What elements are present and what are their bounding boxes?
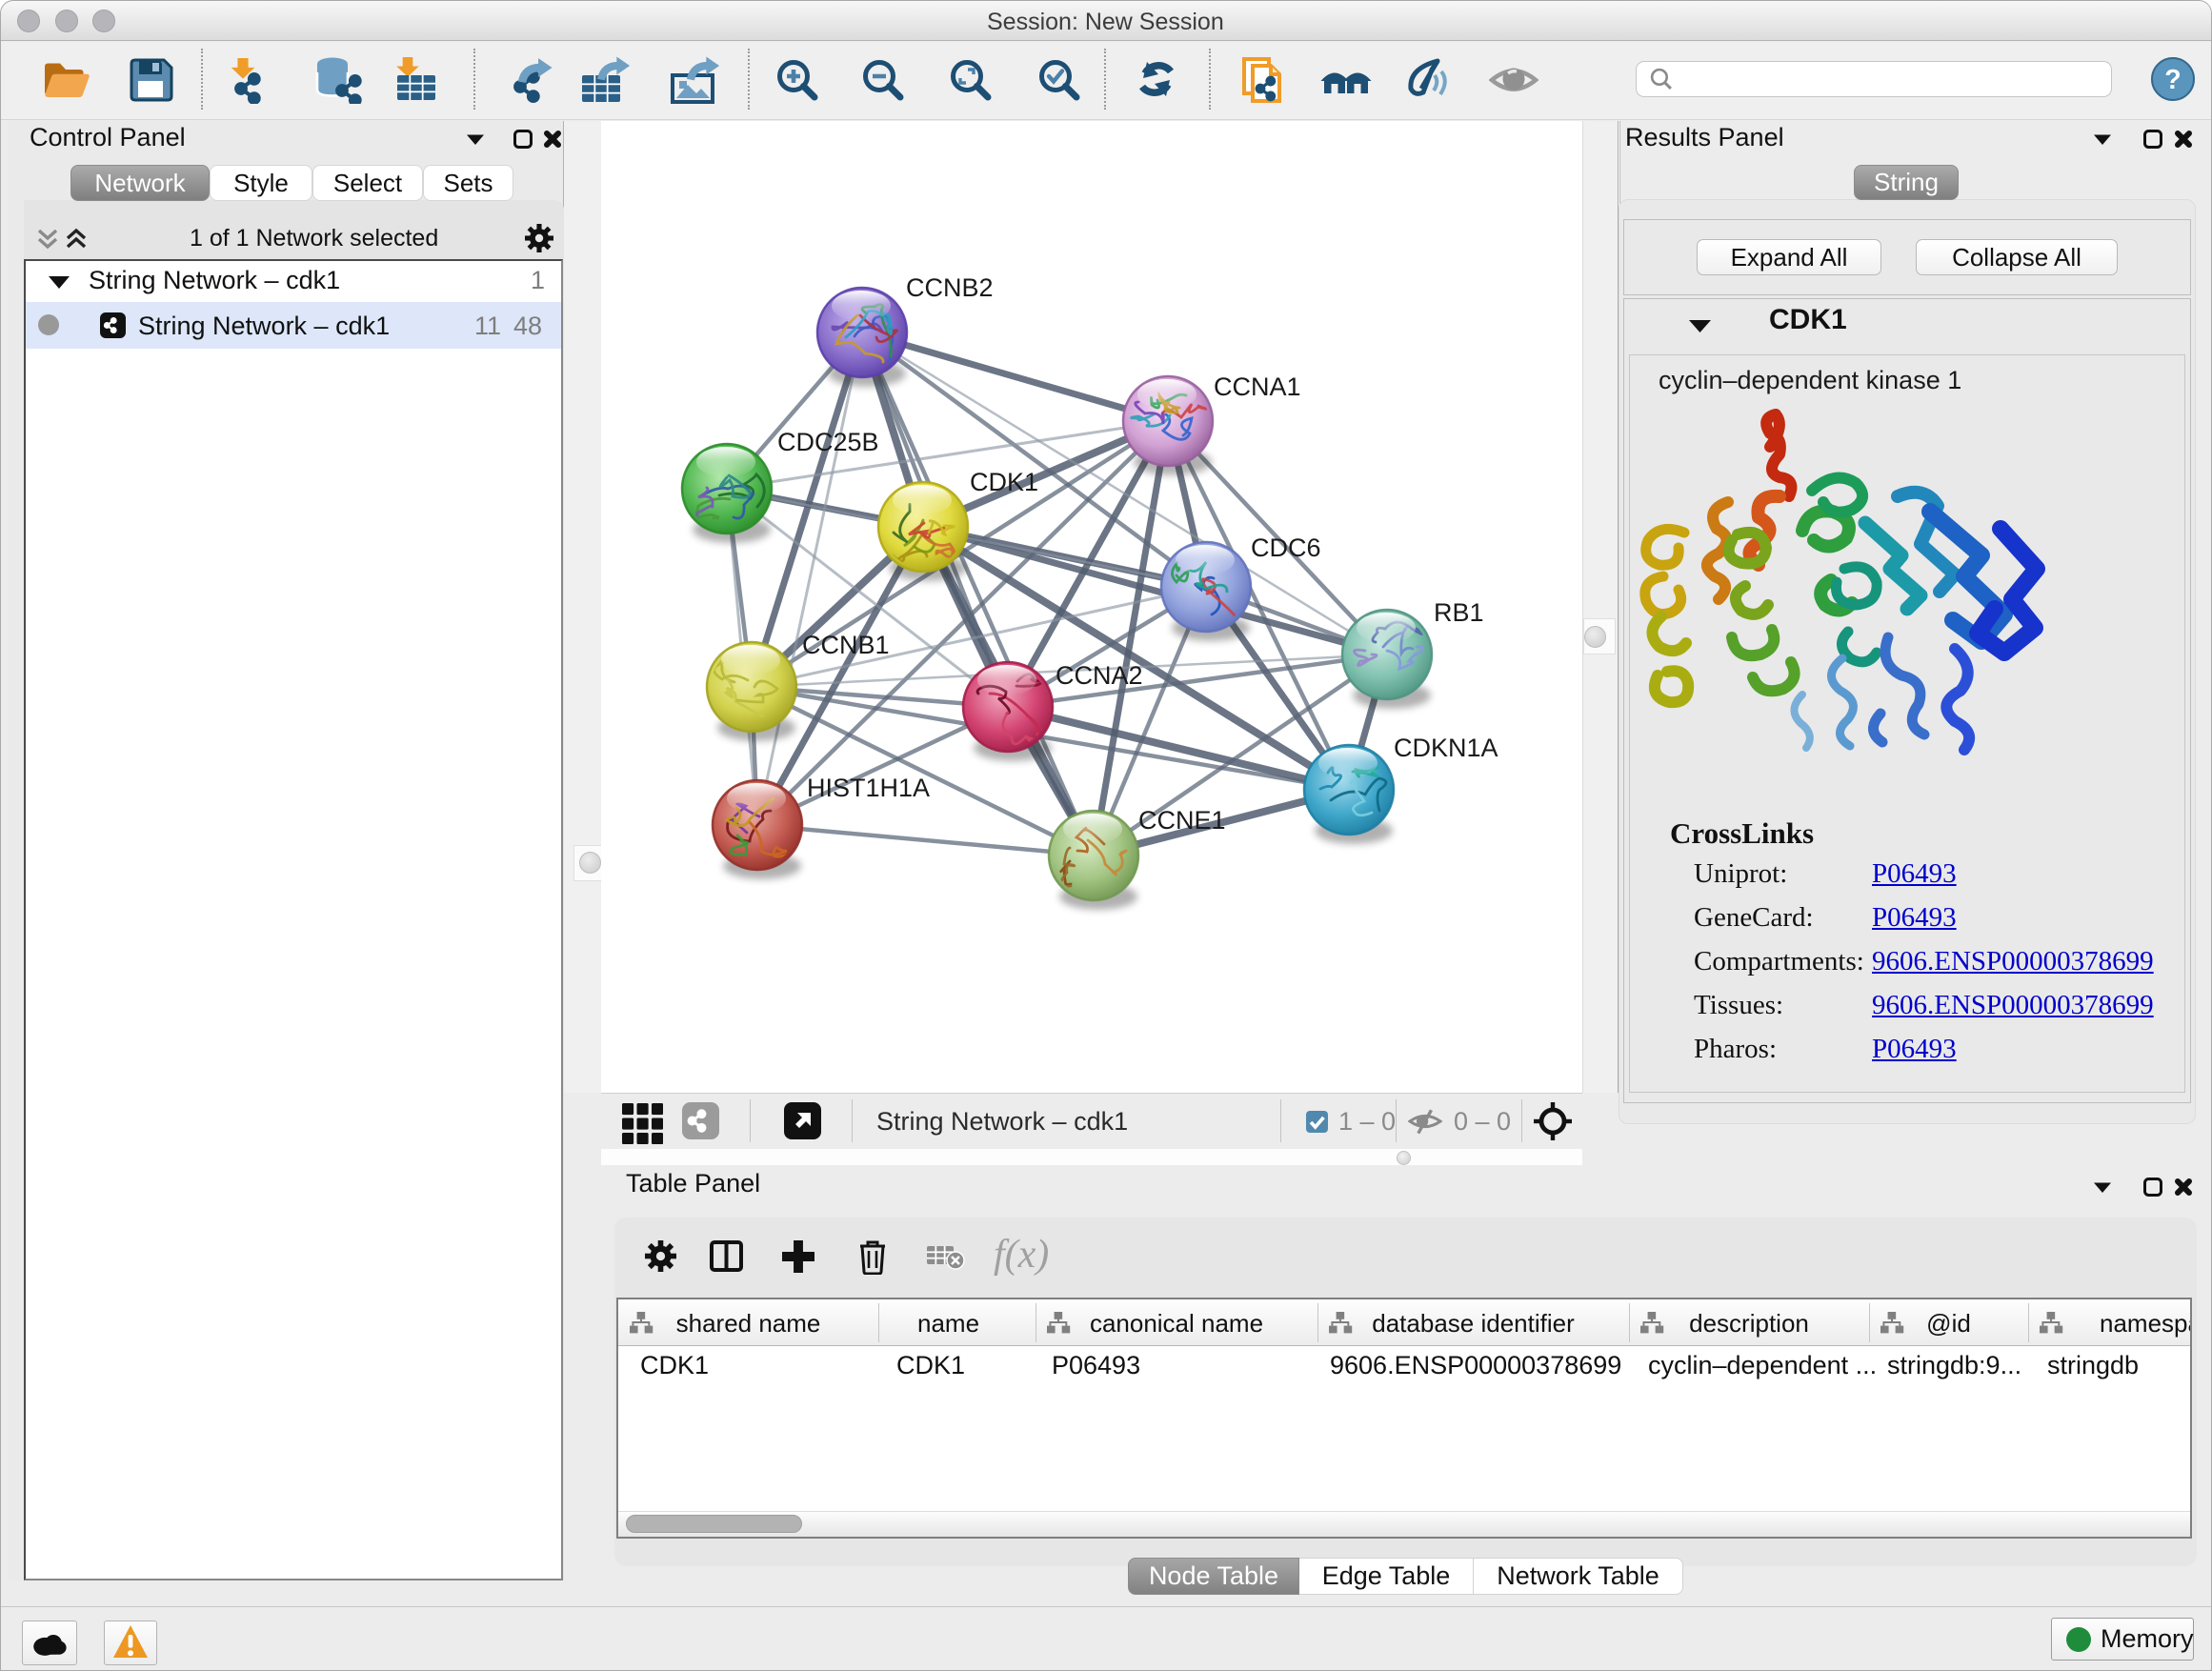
svg-text:CDKN1A: CDKN1A [1394, 734, 1498, 762]
svg-text:CCNB2: CCNB2 [906, 273, 994, 302]
svg-text:CDC6: CDC6 [1251, 534, 1321, 562]
svg-text:HIST1H1A: HIST1H1A [807, 774, 930, 802]
svg-text:RB1: RB1 [1434, 598, 1484, 627]
svg-text:CCNA2: CCNA2 [1056, 661, 1143, 690]
svg-text:?: ? [2164, 65, 2181, 95]
svg-text:CCNB1: CCNB1 [802, 631, 890, 659]
svg-text:CCNE1: CCNE1 [1138, 806, 1226, 835]
svg-text:CDK1: CDK1 [970, 468, 1038, 496]
svg-text:CDC25B: CDC25B [777, 428, 879, 456]
svg-text:CCNA1: CCNA1 [1214, 372, 1301, 401]
